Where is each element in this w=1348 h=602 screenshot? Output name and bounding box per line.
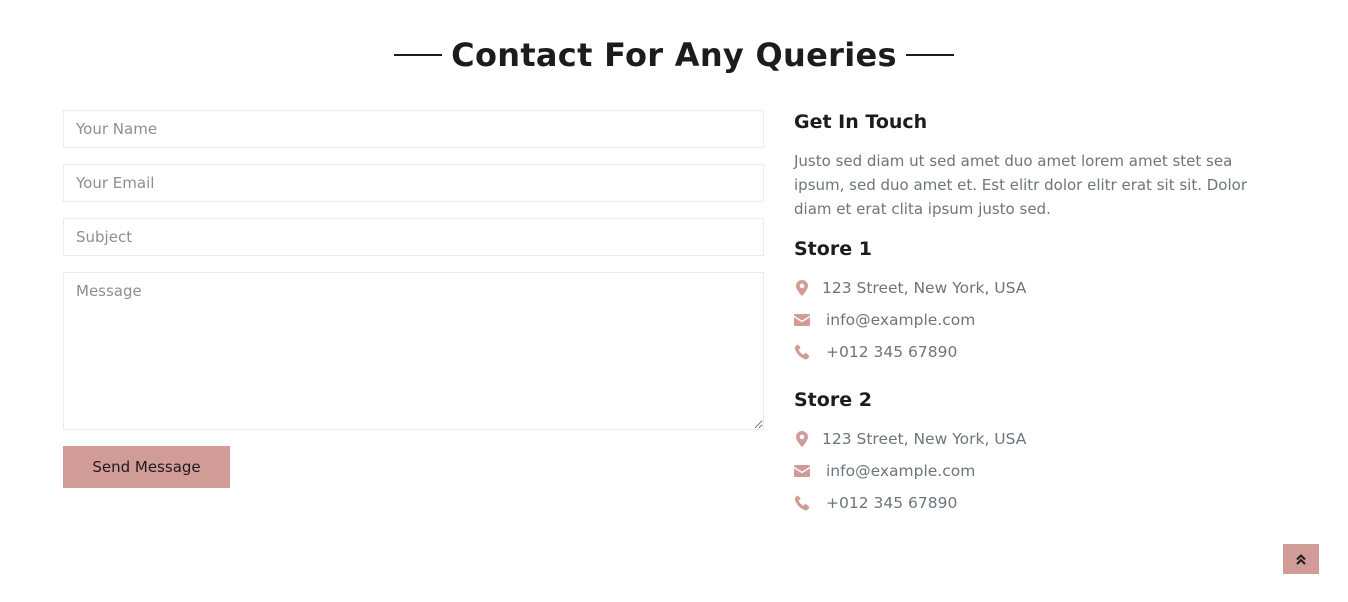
store-2-email: info@example.com (794, 459, 1284, 483)
contact-form: Send Message (63, 110, 764, 488)
contact-description: Justo sed diam ut sed amet duo amet lore… (794, 152, 1247, 218)
section-title: Contact For Any Queries (0, 36, 1348, 74)
email-input[interactable] (63, 164, 764, 202)
store-2-address: 123 Street, New York, USA (794, 427, 1284, 451)
store-2-phone: +012 345 67890 (794, 491, 1284, 515)
phone-icon (794, 495, 810, 511)
title-line-right (905, 54, 954, 56)
get-in-touch-heading: Get In Touch (794, 111, 928, 133)
map-marker-icon (794, 431, 810, 447)
store-phone-text: +012 345 67890 (826, 343, 958, 361)
name-input[interactable] (63, 110, 764, 148)
page-title: Contact For Any Queries (451, 36, 897, 74)
map-marker-icon (794, 280, 810, 296)
store-address-text: 123 Street, New York, USA (822, 430, 1027, 448)
subject-input[interactable] (63, 218, 764, 256)
store-1-address: 123 Street, New York, USA (794, 276, 1284, 300)
contact-info: Get In Touch Justo sed diam ut sed amet … (794, 110, 1284, 515)
envelope-icon (794, 463, 810, 479)
store-1-title: Store 1 (794, 238, 872, 260)
envelope-icon (794, 312, 810, 328)
title-line-left (394, 54, 443, 56)
store-phone-text: +012 345 67890 (826, 494, 958, 512)
back-to-top-button[interactable] (1283, 544, 1319, 574)
store-2-title: Store 2 (794, 389, 872, 411)
double-chevron-up-icon (1296, 554, 1306, 565)
store-1-email: info@example.com (794, 308, 1284, 332)
store-1-phone: +012 345 67890 (794, 340, 1284, 364)
store-email-text: info@example.com (826, 462, 976, 480)
message-textarea[interactable] (63, 272, 764, 430)
phone-icon (794, 344, 810, 360)
store-email-text: info@example.com (826, 311, 976, 329)
send-message-button[interactable]: Send Message (63, 446, 230, 488)
store-address-text: 123 Street, New York, USA (822, 279, 1027, 297)
